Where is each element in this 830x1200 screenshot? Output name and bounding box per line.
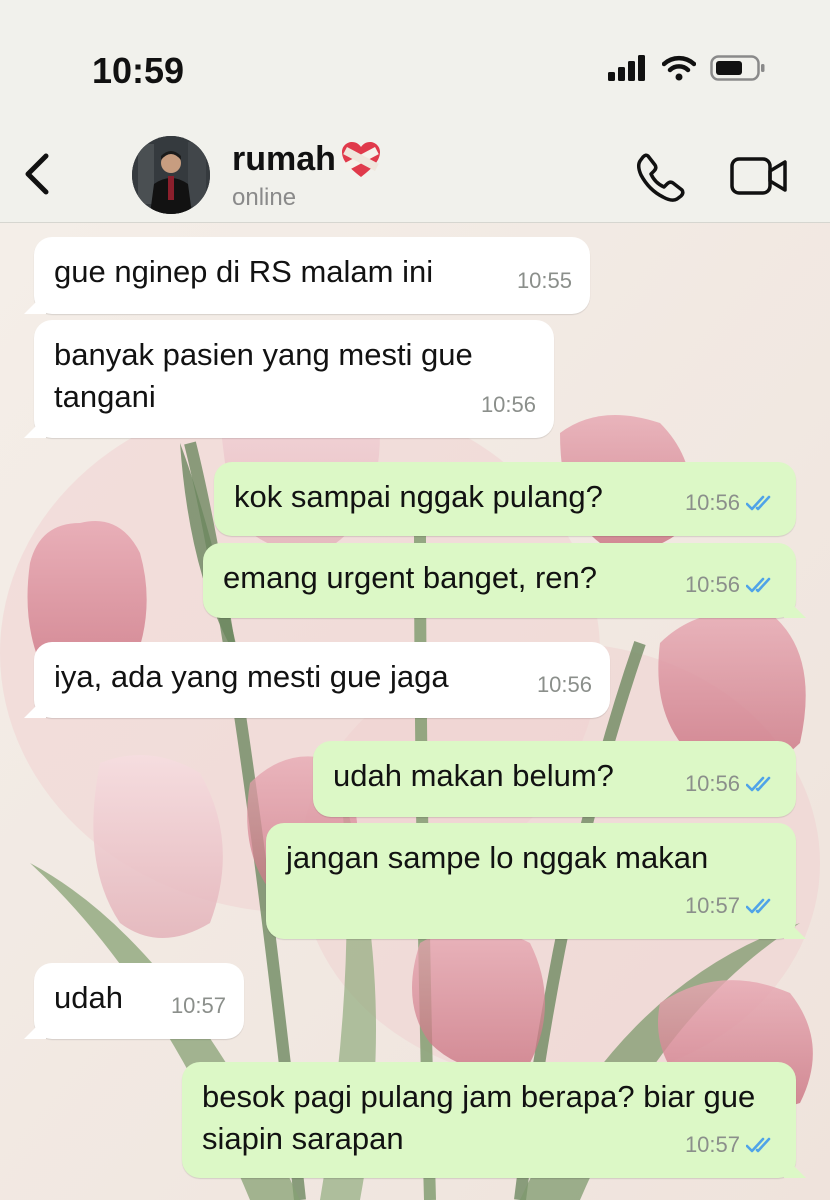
message-time: 10:56	[684, 771, 740, 796]
back-chevron-icon[interactable]	[18, 152, 58, 196]
message-text: iya, ada yang mesti gue jaga	[54, 659, 449, 694]
message-meta: 10:56	[481, 384, 536, 426]
read-double-check-icon	[746, 1137, 771, 1153]
presence-status: online	[232, 184, 297, 211]
status-icons	[608, 55, 766, 81]
message-meta: 10:56	[685, 763, 778, 805]
message-text: banyak pasien yang mesti gue tangani	[54, 337, 473, 414]
chat-header: 10:59 rumah online	[0, 0, 830, 223]
contact-avatar[interactable]	[132, 136, 210, 214]
message-outgoing[interactable]: emang urgent banget, ren? 10:56	[203, 543, 796, 618]
message-text: jangan sampe lo nggak makan	[286, 840, 709, 875]
message-meta: 10:56	[685, 482, 778, 524]
read-double-check-icon	[746, 577, 771, 593]
message-time: 10:56	[536, 672, 592, 697]
message-outgoing[interactable]: besok pagi pulang jam berapa? biar gue s…	[182, 1062, 796, 1178]
message-outgoing[interactable]: jangan sampe lo nggak makan 10:57	[266, 823, 796, 939]
message-text: besok pagi pulang jam berapa? biar gue s…	[202, 1079, 756, 1156]
message-time: 10:57	[684, 893, 740, 918]
message-meta: 10:57	[685, 1124, 778, 1166]
message-time: 10:57	[684, 1132, 740, 1157]
message-text: udah	[54, 980, 123, 1015]
message-incoming[interactable]: banyak pasien yang mesti gue tangani 10:…	[34, 320, 554, 438]
message-time: 10:57	[170, 993, 226, 1018]
message-outgoing[interactable]: kok sampai nggak pulang? 10:56	[214, 462, 796, 536]
message-meta: 10:57	[171, 985, 226, 1027]
message-text: udah makan belum?	[333, 758, 614, 793]
read-double-check-icon	[746, 776, 771, 792]
message-time: 10:56	[480, 392, 536, 417]
message-time: 10:56	[684, 490, 740, 515]
phone-call-icon[interactable]	[636, 152, 686, 202]
message-text: gue nginep di RS malam ini	[54, 254, 434, 289]
message-text: emang urgent banget, ren?	[223, 560, 597, 595]
message-incoming[interactable]: udah 10:57	[34, 963, 244, 1039]
message-incoming[interactable]: gue nginep di RS malam ini 10:55	[34, 237, 590, 314]
battery-icon	[710, 55, 765, 81]
message-incoming[interactable]: iya, ada yang mesti gue jaga 10:56	[34, 642, 610, 718]
signal-icon	[608, 55, 645, 81]
message-text: kok sampai nggak pulang?	[234, 479, 603, 514]
message-meta: 10:55	[517, 260, 572, 302]
read-double-check-icon	[746, 898, 771, 914]
status-time: 10:59	[92, 50, 185, 91]
video-call-icon[interactable]	[730, 156, 788, 196]
message-meta: 10:56	[685, 564, 778, 606]
wifi-icon	[662, 55, 696, 81]
message-outgoing[interactable]: udah makan belum? 10:56	[313, 741, 796, 817]
contact-name[interactable]: rumah	[232, 140, 336, 179]
message-meta: 10:56	[537, 664, 592, 706]
bandaged-heart-icon	[342, 142, 380, 177]
message-time: 10:55	[516, 268, 572, 293]
message-meta: 10:57	[685, 885, 778, 927]
read-double-check-icon	[746, 495, 771, 511]
message-time: 10:56	[684, 572, 740, 597]
